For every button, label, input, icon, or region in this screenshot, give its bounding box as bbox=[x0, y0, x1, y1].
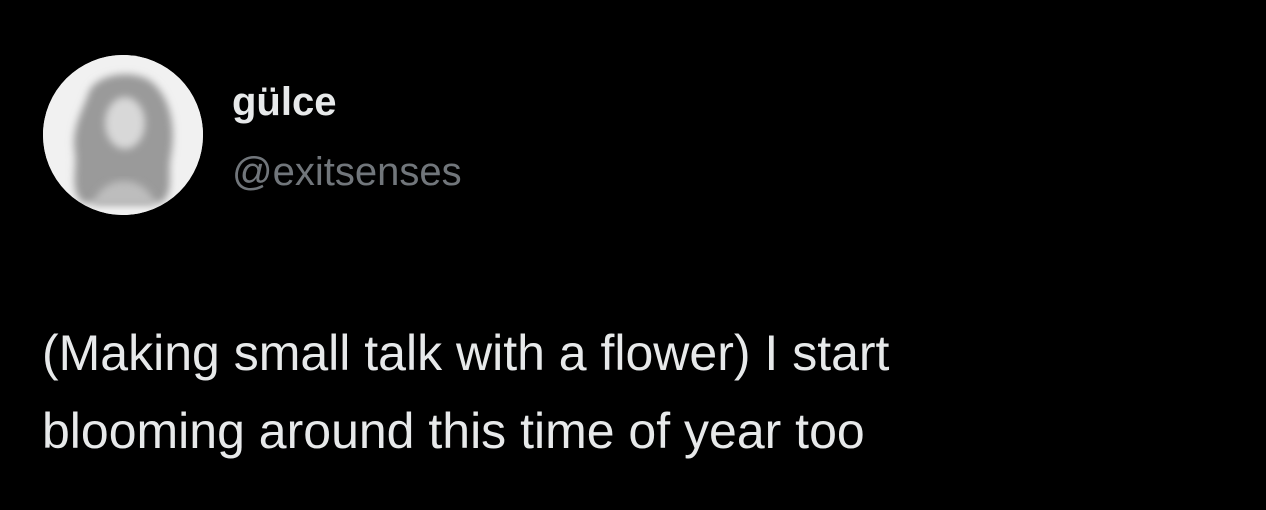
tweet-text: (Making small talk with a flower) I star… bbox=[42, 325, 890, 459]
profile-photo-icon bbox=[43, 55, 203, 215]
display-name[interactable]: gülce bbox=[232, 78, 336, 126]
tweet-card: gülce @exitsenses (Making small talk wit… bbox=[0, 0, 1266, 510]
avatar[interactable] bbox=[43, 55, 203, 215]
user-handle[interactable]: @exitsenses bbox=[232, 148, 462, 196]
